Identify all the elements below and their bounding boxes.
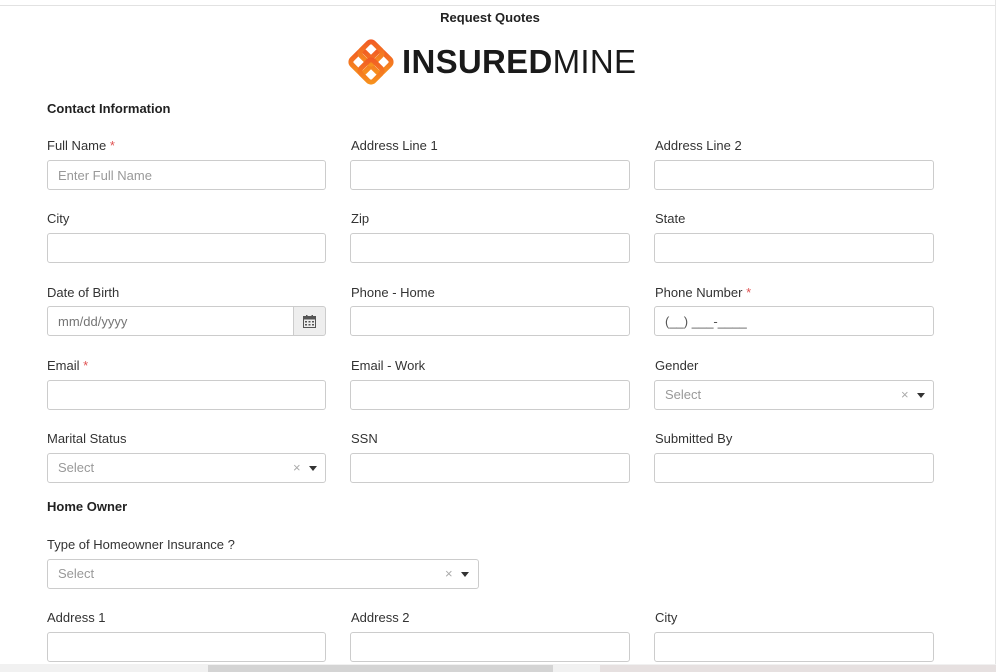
address-line-1-field: Address Line 1 [351, 138, 438, 154]
gender-label: Gender [655, 358, 699, 373]
marital-status-select-placeholder: Select [58, 460, 95, 475]
state-input[interactable] [654, 233, 934, 263]
zip-label: Zip [351, 211, 370, 226]
page-title: Request Quotes [440, 10, 540, 25]
marital-status-field: Marital Status [47, 431, 126, 447]
marital-status-clear-icon[interactable]: × [293, 454, 301, 482]
gender-select[interactable]: Select × [654, 380, 934, 410]
email-label-text: Email [47, 358, 80, 373]
logo-text-light: MINE [552, 43, 637, 80]
email-label: Email * [47, 358, 88, 374]
dob-picker [47, 306, 326, 336]
city-input[interactable] [47, 233, 326, 263]
chevron-down-icon[interactable] [461, 572, 469, 577]
dob-field: Date of Birth [47, 285, 119, 301]
homeowner-type-clear-icon[interactable]: × [445, 560, 453, 588]
email-work-field: Email - Work [351, 358, 425, 374]
gender-field: Gender [655, 358, 698, 374]
zip-input[interactable] [350, 233, 630, 263]
homeowner-type-field: Type of Homeowner Insurance ? [47, 537, 235, 553]
section-contact-information: Contact Information [47, 101, 171, 116]
submitted-by-field: Submitted By [655, 431, 732, 447]
ssn-label: SSN [351, 431, 378, 446]
section-home-owner: Home Owner [47, 499, 128, 514]
dob-input[interactable] [47, 306, 294, 336]
homeowner-type-select[interactable]: Select × [47, 559, 479, 589]
full-name-label-text: Full Name [47, 138, 107, 153]
address-1-field: Address 1 [47, 610, 106, 626]
phone-number-field: Phone Number * [655, 285, 751, 301]
home-city-label: City [655, 610, 678, 625]
calendar-icon [303, 314, 316, 328]
phone-home-field: Phone - Home [351, 285, 435, 301]
submitted-by-label: Submitted By [655, 431, 733, 446]
full-name-label: Full Name * [47, 138, 115, 154]
homeowner-type-label: Type of Homeowner Insurance ? [47, 537, 235, 552]
phone-home-input[interactable] [350, 306, 630, 336]
home-city-field: City [655, 610, 677, 626]
marital-status-select[interactable]: Select × [47, 453, 326, 483]
state-label: State [655, 211, 686, 226]
gender-clear-icon[interactable]: × [901, 381, 909, 409]
logo-text: INSUREDMINE [402, 39, 636, 85]
address-line-2-field: Address Line 2 [655, 138, 742, 154]
chevron-down-icon[interactable] [917, 393, 925, 398]
top-border [0, 5, 996, 6]
scrollbar-segment [600, 665, 996, 672]
address-line-2-label: Address Line 2 [655, 138, 742, 153]
ssn-input[interactable] [350, 453, 630, 483]
required-marker: * [746, 285, 752, 300]
dob-label: Date of Birth [47, 285, 120, 300]
logo: INSUREDMINE [348, 39, 636, 85]
address-2-label: Address 2 [351, 610, 410, 625]
scrollbar-thumb[interactable] [208, 665, 553, 672]
marital-status-label: Marital Status [47, 431, 127, 446]
phone-home-label: Phone - Home [351, 285, 435, 300]
insuredmine-logo-icon [348, 39, 394, 85]
address-line-1-input[interactable] [350, 160, 630, 190]
email-work-label: Email - Work [351, 358, 426, 373]
address-1-input[interactable] [47, 632, 326, 662]
state-field: State [655, 211, 685, 227]
email-field: Email * [47, 358, 88, 374]
chevron-down-icon[interactable] [309, 466, 317, 471]
dob-calendar-button[interactable] [294, 306, 326, 336]
required-marker: * [83, 358, 89, 373]
logo-text-bold: INSURED [402, 43, 553, 80]
address-line-1-label: Address Line 1 [351, 138, 438, 153]
submitted-by-input[interactable] [654, 453, 934, 483]
phone-number-label: Phone Number * [655, 285, 751, 301]
email-work-input[interactable] [350, 380, 630, 410]
address-2-input[interactable] [350, 632, 630, 662]
home-city-input[interactable] [654, 632, 934, 662]
city-label: City [47, 211, 70, 226]
email-input[interactable] [47, 380, 326, 410]
address-line-2-input[interactable] [654, 160, 934, 190]
gender-select-placeholder: Select [665, 387, 702, 402]
city-field: City [47, 211, 69, 227]
phone-number-label-text: Phone Number [655, 285, 743, 300]
homeowner-type-select-placeholder: Select [58, 566, 95, 581]
address-1-label: Address 1 [47, 610, 106, 625]
phone-number-input[interactable] [654, 306, 934, 336]
ssn-field: SSN [351, 431, 378, 447]
zip-field: Zip [351, 211, 369, 227]
address-2-field: Address 2 [351, 610, 410, 626]
required-marker: * [109, 138, 115, 153]
full-name-field: Full Name * [47, 138, 115, 154]
full-name-input[interactable] [47, 160, 326, 190]
